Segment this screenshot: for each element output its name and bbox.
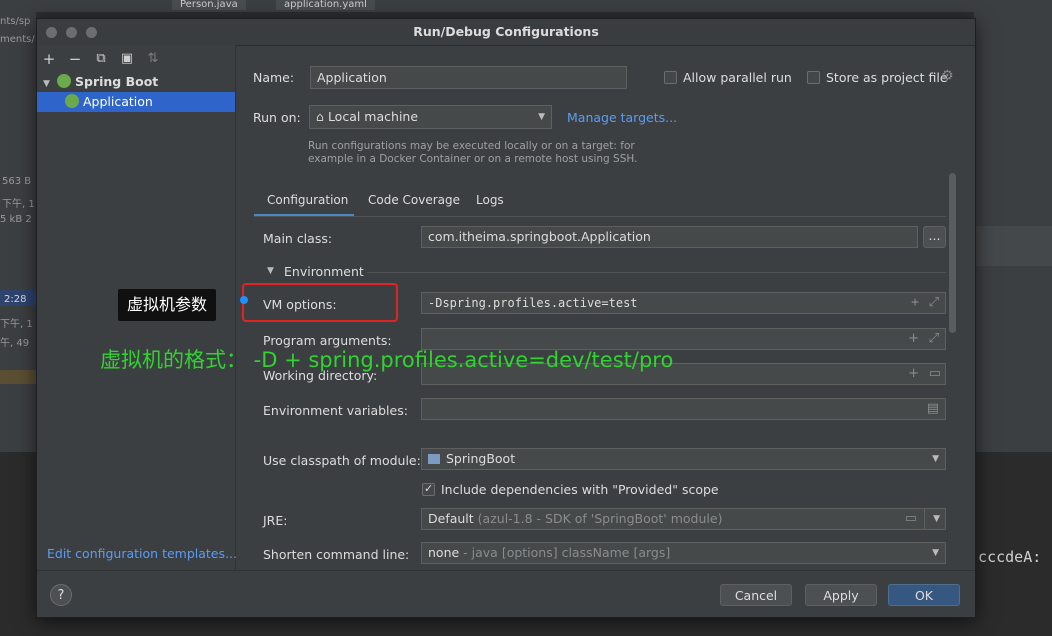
ide-tabbar [0,0,1052,12]
ide-tab-person[interactable]: Person.java [172,0,246,10]
allow-parallel-label: Allow parallel run [683,70,792,85]
shorten-command-value: none [428,545,460,560]
plus-icon[interactable]: + [908,366,919,381]
remove-configuration-button[interactable]: − [67,51,83,67]
plus-icon[interactable]: + [911,293,919,313]
new-folder-button[interactable]: ▣ [119,51,135,67]
ide-tab-yaml[interactable]: application.yaml [276,0,375,10]
copy-configuration-button[interactable]: ⧉ [93,51,109,67]
chevron-down-icon: ▼ [932,548,939,558]
footer-separator [37,570,975,571]
annotation-pointer-dot [240,296,248,304]
store-project-checkbox[interactable] [807,71,820,84]
vm-format-note: 虚拟机的格式： -D + spring.profiles.active=dev/… [100,348,674,372]
classpath-module-value: SpringBoot [446,451,516,466]
document-icon[interactable]: ▤ [927,401,939,416]
vm-options-input[interactable]: -Dspring.profiles.active=test + ⤢ [421,292,946,314]
expand-icon[interactable]: ⤢ [929,293,939,313]
jre-detail: (azul-1.8 - SDK of 'SpringBoot' module) [477,511,723,526]
store-project-label: Store as project file [826,70,948,85]
allow-parallel-checkbox[interactable] [664,71,677,84]
help-button[interactable]: ? [50,584,72,606]
ide-file-time: 2:28 [4,294,27,305]
environment-section-label: Environment [284,264,364,279]
dialog-titlebar: Run/Debug Configurations [37,19,975,46]
main-class-input[interactable]: com.itheima.springboot.Application [421,226,918,248]
sort-button[interactable]: ⇅ [145,51,161,67]
name-input[interactable]: Application [310,66,627,89]
vm-options-highlight-box [242,283,398,322]
environment-separator [367,272,946,273]
ide-left-panel [0,12,36,452]
folder-icon[interactable]: ▭ [905,509,917,529]
form-scrollbar[interactable] [949,173,956,333]
ide-file-time: 下午, 1 [2,199,35,210]
tab-code-coverage[interactable]: Code Coverage [368,193,460,207]
vm-params-callout: 虚拟机参数 [118,289,217,321]
run-on-label: Run on: [253,110,301,125]
browse-main-class-button[interactable]: ... [923,226,946,248]
run-on-hint-line2: example in a Docker Container or on a re… [308,153,638,165]
jre-select[interactable]: Default (azul-1.8 - SDK of 'SpringBoot' … [421,508,946,530]
ide-file-time: 下午, 1 [0,319,33,330]
run-on-hint-line1: Run configurations may be executed local… [308,140,635,152]
chevron-down-icon[interactable]: ▼ [43,74,53,94]
ide-file-size: 5 kB 2 [0,214,32,225]
vm-options-value: -Dspring.profiles.active=test [428,296,638,310]
tab-logs[interactable]: Logs [476,193,504,207]
cancel-button[interactable]: Cancel [720,584,792,606]
name-label: Name: [253,70,295,85]
dialog-title: Run/Debug Configurations [413,24,599,39]
check-icon: ✓ [424,482,434,495]
ok-button[interactable]: OK [888,584,960,606]
run-on-value: Local machine [327,109,419,124]
include-dependencies-checkbox[interactable]: ✓ [422,482,435,496]
ide-left-warning-stripe [0,370,36,384]
tabs-separator [254,216,946,217]
ide-path-text: nts/sp [0,16,31,27]
chevron-down-icon[interactable]: ▼ [933,509,940,529]
edit-templates-link[interactable]: Edit configuration templates... [47,546,237,561]
tab-configuration[interactable]: Configuration [267,193,348,207]
module-icon [428,454,440,464]
shorten-command-label: Shorten command line: [263,547,410,562]
chevron-down-icon: ▼ [538,112,545,122]
gear-icon[interactable]: ⚙ [941,68,954,84]
tree-item-application[interactable]: Application [37,92,235,112]
jre-label: JRE: [263,513,288,528]
tree-item-label: Application [83,94,153,109]
ide-path-text: ments/ [0,34,35,45]
plus-icon[interactable]: + [908,331,919,346]
select-divider [924,509,925,529]
add-configuration-button[interactable]: + [41,51,57,67]
shorten-command-detail: - java [options] className [args] [463,545,671,560]
ide-highlight-stripe [974,226,1052,266]
shorten-command-select[interactable]: none - java [options] className [args] ▼ [421,542,946,564]
classpath-module-label: Use classpath of module: [263,453,421,468]
ide-file-size: 563 B [2,176,32,187]
environment-variables-input[interactable]: ▤ [421,398,946,420]
folder-icon[interactable]: ▭ [929,366,941,381]
home-icon: ⌂ [316,109,324,124]
classpath-module-select[interactable]: SpringBoot ▼ [421,448,946,470]
ide-file-time: 午, 49 [0,338,30,349]
tree-group-spring-boot[interactable]: ▼ Spring Boot [37,72,235,92]
main-class-label: Main class: [263,231,333,246]
manage-targets-link[interactable]: Manage targets... [567,110,677,125]
spring-boot-icon [57,74,71,88]
tree-group-label: Spring Boot [75,74,159,89]
run-on-select[interactable]: ⌂ Local machine ▼ [309,105,552,129]
apply-button[interactable]: Apply [805,584,877,606]
spring-boot-icon [65,94,79,108]
expand-icon[interactable]: ⤢ [929,331,939,346]
chevron-down-icon: ▼ [932,454,939,464]
include-dependencies-label: Include dependencies with "Provided" sco… [441,482,719,497]
chevron-down-icon[interactable]: ▼ [267,266,274,276]
jre-default-value: Default [428,511,474,526]
environment-variables-label: Environment variables: [263,403,408,418]
